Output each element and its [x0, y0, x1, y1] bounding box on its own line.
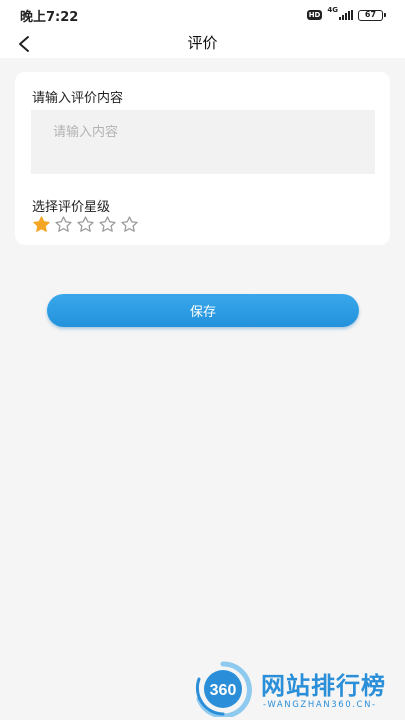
save-button[interactable]: 保存: [47, 294, 359, 327]
watermark-title: 网站排行榜: [261, 672, 386, 700]
battery-level: 67: [364, 9, 377, 19]
battery-icon: 67: [358, 9, 386, 21]
hd-badge: HD: [306, 10, 323, 20]
rating-label: 选择评价星级: [32, 200, 111, 215]
review-card: 请输入评价内容 选择评价星级: [15, 72, 390, 245]
star-icon-5[interactable]: [120, 215, 139, 234]
star-rating: [32, 215, 139, 234]
content-label: 请输入评价内容: [32, 91, 124, 106]
star-icon-3[interactable]: [76, 215, 95, 234]
signal-icon: [339, 10, 353, 20]
watermark-subtitle: -WANGZHAN360.CN-: [263, 700, 377, 710]
status-bar: 晚上7:22 HD 4G 67: [0, 0, 405, 30]
page-title: 评价: [187, 34, 218, 52]
review-content-input[interactable]: [31, 110, 375, 174]
status-time: 晚上7:22: [20, 9, 79, 25]
nav-bar: 评价: [0, 30, 405, 58]
star-icon-2[interactable]: [54, 215, 73, 234]
logo-text: 360: [210, 682, 237, 699]
logo-360-icon: 360: [195, 661, 252, 717]
network-type: 4G: [327, 6, 338, 14]
star-icon-1[interactable]: [32, 215, 51, 234]
status-icons: HD 4G 67: [306, 6, 386, 21]
star-icon-4[interactable]: [98, 215, 117, 234]
watermark: 360 网站排行榜 -WANGZHAN360.CN-: [193, 658, 403, 718]
